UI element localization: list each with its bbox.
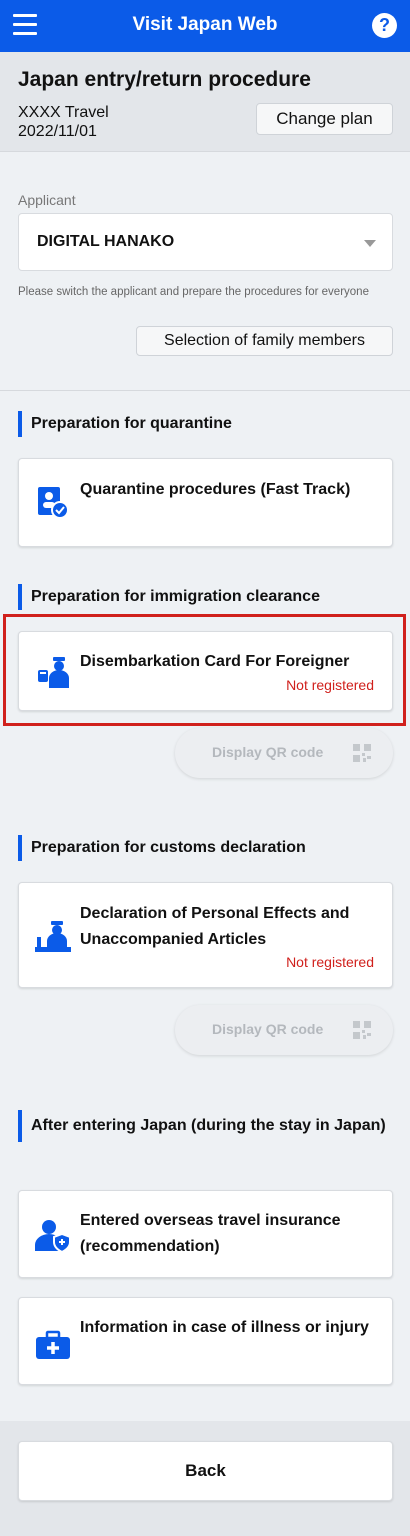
back-button[interactable]: Back: [18, 1441, 393, 1501]
help-icon[interactable]: ?: [372, 13, 397, 38]
customs-card-title: Declaration of Personal Effects and Unac…: [80, 905, 350, 948]
applicant-selected-value: DIGITAL HANAKO: [37, 233, 175, 250]
applicant-note: Please switch the applicant and prepare …: [18, 286, 369, 298]
quarantine-card-title: Quarantine procedures (Fast Track): [80, 481, 351, 498]
divider: [0, 390, 410, 391]
display-qr-code-button[interactable]: Display QR code: [175, 1005, 393, 1055]
footer: Back: [0, 1421, 410, 1536]
page-title: Japan entry/return procedure: [18, 68, 311, 91]
quarantine-card[interactable]: Quarantine procedures (Fast Track): [18, 458, 393, 547]
section-heading-immigration: Preparation for immigration clearance: [18, 584, 320, 610]
change-plan-button[interactable]: Change plan: [256, 103, 393, 135]
applicant-select[interactable]: DIGITAL HANAKO: [18, 213, 393, 271]
highlight-box: [3, 614, 406, 726]
user-shield-icon: [35, 1220, 71, 1253]
family-members-button[interactable]: Selection of family members: [136, 326, 393, 356]
insurance-card[interactable]: Entered overseas travel insurance (recom…: [18, 1190, 393, 1278]
medical-kit-icon: [36, 1330, 70, 1359]
qr-code-icon: [353, 1021, 371, 1039]
section-heading-after-entry: After entering Japan (during the stay in…: [18, 1110, 388, 1142]
applicant-label: Applicant: [18, 192, 76, 208]
app-header: Visit Japan Web ?: [0, 0, 410, 52]
plan-name: XXXX Travel: [18, 104, 109, 121]
customs-card[interactable]: Declaration of Personal Effects and Unac…: [18, 882, 393, 988]
chevron-down-icon: [364, 240, 376, 247]
illness-info-card[interactable]: Information in case of illness or injury: [18, 1297, 393, 1385]
qr-button-label: Display QR code: [212, 744, 324, 760]
qr-code-icon: [353, 744, 371, 762]
display-qr-code-button[interactable]: Display QR code: [175, 728, 393, 778]
status-badge: Not registered: [286, 954, 374, 970]
app-title: Visit Japan Web: [132, 14, 278, 35]
customs-officer-icon: [35, 921, 71, 952]
quarantine-document-icon: [38, 487, 69, 519]
plan-summary: Japan entry/return procedure XXXX Travel…: [0, 52, 410, 152]
illness-info-card-title: Information in case of illness or injury: [80, 1319, 369, 1336]
plan-date: 2022/11/01: [18, 123, 97, 140]
section-heading-customs: Preparation for customs declaration: [18, 835, 306, 861]
qr-button-label: Display QR code: [212, 1021, 324, 1037]
insurance-card-title: Entered overseas travel insurance (recom…: [80, 1212, 341, 1255]
section-heading-quarantine: Preparation for quarantine: [18, 411, 232, 437]
